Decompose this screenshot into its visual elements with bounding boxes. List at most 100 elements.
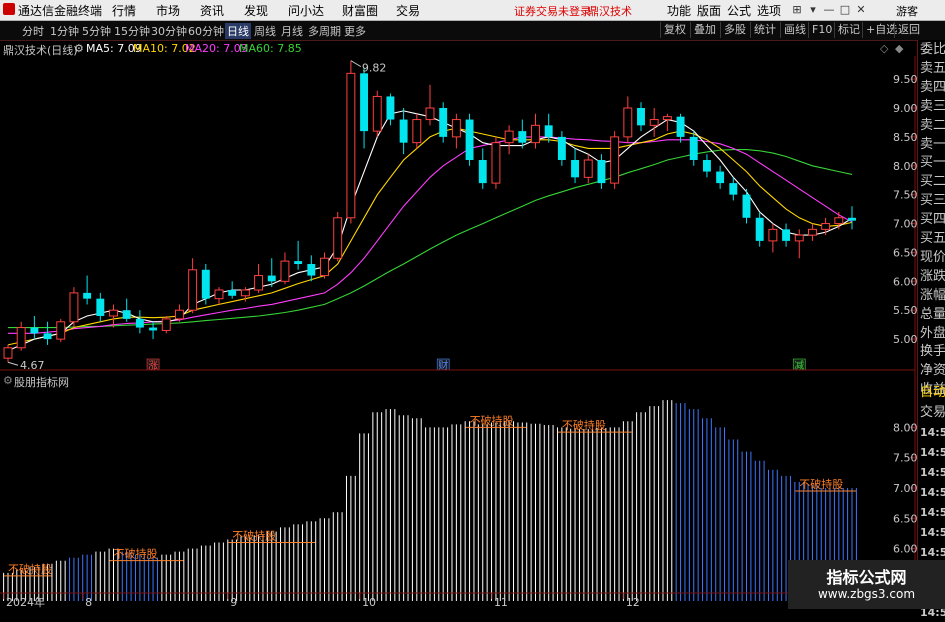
stats-button[interactable]: 统计	[750, 22, 776, 38]
mark-button[interactable]: 标记	[834, 22, 860, 38]
dropdown-icon[interactable]: ▾	[806, 3, 820, 16]
quote-field-label: 卖五	[920, 60, 945, 76]
quote-field-label: 卖一	[920, 136, 945, 152]
candle-body	[571, 160, 580, 178]
candle-body	[425, 107, 435, 121]
sub-chart-title: 股朋指标网	[14, 376, 69, 389]
candle-body	[478, 160, 487, 184]
quote-field-label: 买二	[920, 174, 945, 190]
quote-field-label: 涨幅	[920, 287, 945, 303]
sub-settings-icon[interactable]: ⚙	[3, 374, 13, 387]
close-icon[interactable]: ✕	[854, 3, 868, 16]
tab-60min[interactable]: 60分钟	[188, 23, 224, 39]
candle-body	[597, 160, 606, 184]
draw-line-button[interactable]: 画线	[780, 22, 806, 38]
sub-axis-label: 6.00	[893, 543, 917, 556]
maximize-icon[interactable]: □	[838, 3, 852, 16]
candle-body	[214, 289, 224, 300]
tick-time: 14:56	[920, 446, 945, 459]
date-label: 9	[230, 596, 237, 609]
candle-body	[69, 292, 79, 323]
tab-5min[interactable]: 5分钟	[82, 23, 111, 39]
quote-field-label: 买三	[920, 193, 945, 209]
layout-icon[interactable]: ⊞	[790, 3, 804, 16]
menu-layout[interactable]: 版面	[697, 2, 721, 19]
candle-body	[201, 269, 210, 299]
tab-daily[interactable]: 日线	[225, 23, 251, 39]
date-label: 11	[494, 596, 508, 609]
price-axis-label: 5.00	[893, 333, 917, 346]
candle-body	[43, 333, 52, 340]
candle-body	[557, 136, 566, 160]
candle-body	[742, 194, 751, 218]
tab-weekly[interactable]: 周线	[254, 23, 276, 39]
add-watchlist-button[interactable]: +自选	[862, 22, 897, 38]
candle-body	[768, 228, 778, 242]
menu-formula[interactable]: 公式	[727, 2, 751, 19]
trade-label[interactable]: 交易	[920, 403, 945, 422]
candle-body	[610, 136, 620, 184]
tab-more[interactable]: 更多	[344, 23, 366, 39]
menu-function[interactable]: 功能	[667, 2, 691, 19]
quote-field-label: 买一	[920, 155, 945, 171]
f10-button[interactable]: F10	[808, 22, 832, 38]
menu-trade[interactable]: 交易	[396, 2, 420, 19]
quote-field-label: 换手	[920, 344, 945, 360]
hold-label-0: 不破持股	[8, 562, 52, 576]
menu-ask[interactable]: 问小达	[288, 2, 324, 19]
back-button[interactable]: 返回	[894, 22, 920, 38]
menu-wealth[interactable]: 财富圈	[342, 2, 378, 19]
candle-body	[716, 171, 725, 184]
tab-multi-period[interactable]: 多周期	[308, 23, 341, 39]
menu-bar: 通达信金融终端 行情 市场 资讯 发现 问小达 财富圈 交易 证券交易未登录 鼎…	[0, 0, 945, 21]
tab-intraday[interactable]: 分时	[22, 23, 44, 39]
event-marker-1: 财	[438, 359, 448, 371]
stock-title: 鼎汉技术	[588, 5, 632, 18]
tab-monthly[interactable]: 月线	[281, 23, 303, 39]
menu-market[interactable]: 市场	[156, 2, 180, 19]
adjust-button[interactable]: 复权	[660, 22, 686, 38]
login-notice[interactable]: 证券交易未登录	[514, 3, 591, 19]
period-toolbar: 分时 1分钟 5分钟 15分钟 30分钟 60分钟 日线 周线 月线 多周期 更…	[0, 21, 945, 41]
menu-options[interactable]: 选项	[757, 2, 781, 19]
tab-1min[interactable]: 1分钟	[50, 23, 79, 39]
watermark-url: www.zbgs3.com	[817, 587, 916, 601]
quote-panel: 委比 卖五 卖四 卖三 卖二 卖一 买一 买二 买三 买四 买五 现价 涨跌 涨幅 总量 外盘 换手 净资 收益 自动…	[917, 40, 945, 619]
candle-body	[807, 228, 817, 236]
quote-field-label: 买五	[920, 231, 945, 246]
menu-discover[interactable]: 发现	[244, 2, 268, 19]
tab-15min[interactable]: 15分钟	[114, 23, 150, 39]
date-label: 12	[626, 596, 640, 609]
candle-body	[729, 183, 738, 195]
quote-field-label: 现价	[920, 249, 945, 265]
candle-body	[399, 119, 408, 143]
tick-time: 14:56	[920, 466, 945, 479]
app-logo-icon	[3, 3, 15, 15]
candle-body	[755, 217, 764, 241]
tab-30min[interactable]: 30分钟	[151, 23, 187, 39]
trade-label[interactable]: 自动	[920, 383, 945, 402]
quote-field-label: 卖二	[920, 117, 945, 133]
hold-label-4: 不破持股	[562, 418, 606, 432]
guest-label[interactable]: 游客	[896, 3, 918, 19]
settings-icon[interactable]: ⚙	[74, 42, 84, 55]
indicator-chart[interactable]: 8.007.507.006.506.005.50 不破持股不破持股不破持股不破持…	[0, 371, 917, 609]
sub-axis-label: 6.50	[893, 512, 917, 525]
low-price-label: 4.67	[20, 359, 45, 371]
candle-body	[531, 124, 540, 144]
multi-stock-button[interactable]: 多股	[720, 22, 746, 38]
candle-body	[372, 95, 382, 132]
overlay-button[interactable]: 叠加	[690, 22, 716, 38]
minimize-icon[interactable]: —	[822, 3, 836, 16]
candle-body	[267, 275, 276, 282]
candlestick-chart[interactable]: 9.50 9.00 8.50 8.00 7.50 7.00 6.50 6.00 5.50 5.00…	[0, 56, 917, 371]
expand-icon[interactable]: ◆	[895, 42, 903, 55]
price-axis-label: 9.00	[893, 102, 917, 115]
candle-body	[135, 318, 144, 328]
date-label: 8	[85, 596, 92, 609]
menu-quotes[interactable]: 行情	[112, 2, 136, 19]
quote-field-label: 卖三	[920, 98, 945, 114]
collapse-icon[interactable]: ◇	[880, 42, 888, 55]
menu-news[interactable]: 资讯	[200, 2, 224, 19]
candle-body	[702, 160, 711, 172]
